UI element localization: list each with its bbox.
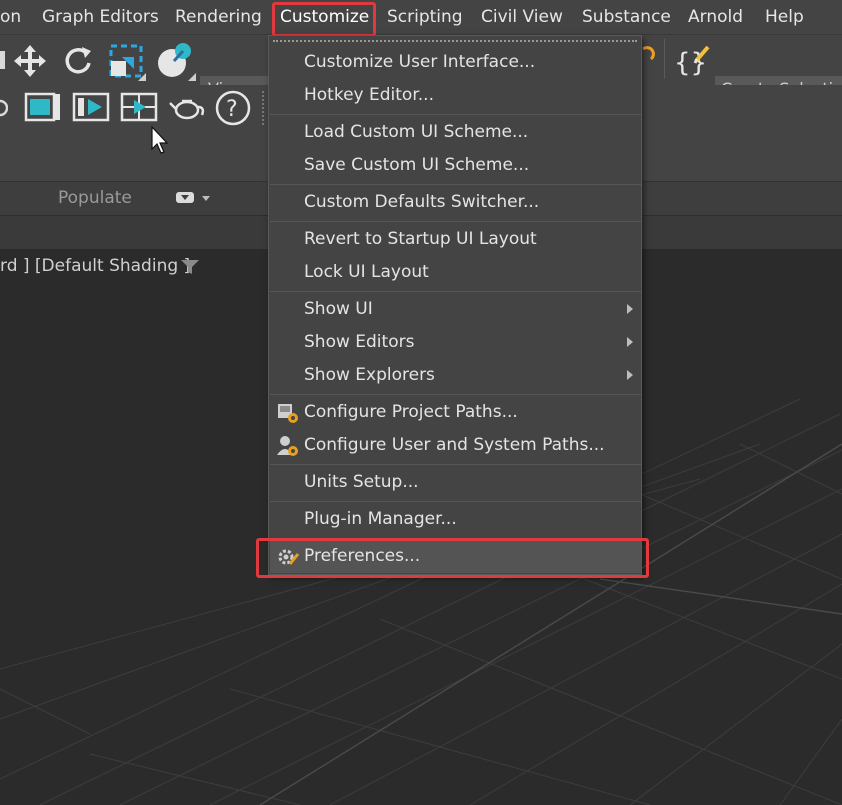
menu-item-animation-partial[interactable]: on — [0, 0, 21, 34]
menu-configure-project-paths[interactable]: Configure Project Paths... — [270, 396, 641, 429]
partial-icon-left — [0, 99, 8, 117]
help-icon[interactable]: ? — [214, 89, 252, 127]
menu-tearoff-handle — [273, 40, 637, 42]
menu-separator — [270, 501, 641, 502]
submenu-arrow-icon — [627, 370, 633, 380]
project-paths-icon — [278, 404, 298, 423]
submenu-arrow-icon — [627, 304, 633, 314]
menu-label: Show UI — [304, 299, 373, 319]
menu-separator — [270, 221, 641, 222]
menu-separator — [270, 464, 641, 465]
svg-text:?: ? — [226, 97, 238, 122]
menu-label: Lock UI Layout — [304, 262, 429, 282]
menu-separator — [270, 184, 641, 185]
scale-icon[interactable] — [108, 43, 148, 83]
snap-toggle-icon-partial[interactable] — [643, 45, 655, 67]
render-production-icon[interactable] — [120, 91, 158, 125]
render-frame-window-icon[interactable] — [24, 91, 62, 125]
select-place-icon[interactable] — [156, 41, 200, 81]
toolbar-grip — [262, 91, 265, 125]
menu-item-civil-view[interactable]: Civil View — [481, 0, 563, 34]
menu-separator — [270, 394, 641, 395]
submenu-arrow-icon — [627, 337, 633, 347]
menu-label: Configure User and System Paths... — [304, 435, 605, 455]
menu-units-setup[interactable]: Units Setup... — [270, 466, 641, 499]
move-icon[interactable] — [12, 43, 48, 79]
menu-label: Custom Defaults Switcher... — [304, 192, 540, 212]
menu-show-explorers[interactable]: Show Explorers — [270, 359, 641, 392]
menu-item-arnold[interactable]: Arnold — [688, 0, 743, 34]
preferences-gear-icon — [278, 549, 300, 565]
mouse-cursor-icon — [151, 125, 169, 154]
menu-load-custom-ui-scheme[interactable]: Load Custom UI Scheme... — [270, 116, 641, 149]
user-paths-icon — [277, 436, 298, 456]
menu-hotkey-editor[interactable]: Hotkey Editor... — [270, 79, 641, 112]
menu-show-ui[interactable]: Show UI — [270, 293, 641, 326]
menu-lock-ui-layout[interactable]: Lock UI Layout — [270, 256, 641, 289]
menu-item-rendering[interactable]: Rendering — [175, 0, 262, 34]
menu-item-customize[interactable]: Customize — [280, 0, 369, 34]
menu-revert-startup-ui-layout[interactable]: Revert to Startup UI Layout — [270, 223, 641, 256]
partial-toolbar-icon — [0, 51, 5, 69]
menu-label: Preferences... — [304, 546, 421, 566]
menu-label: Plug-in Manager... — [304, 509, 457, 529]
menu-label: Save Custom UI Scheme... — [304, 155, 530, 175]
menu-custom-defaults-switcher[interactable]: Custom Defaults Switcher... — [270, 186, 641, 219]
rotate-icon[interactable] — [60, 43, 96, 79]
viewport-filter-icon[interactable] — [180, 259, 200, 275]
menu-bar: on Graph Editors Rendering Customize Scr… — [0, 0, 842, 35]
menu-item-substance[interactable]: Substance — [582, 0, 671, 34]
menu-label: Revert to Startup UI Layout — [304, 229, 537, 249]
menu-label: Units Setup... — [304, 472, 419, 492]
toolbar-divider — [664, 39, 665, 79]
menu-label: Configure Project Paths... — [304, 402, 518, 422]
viewport-label[interactable]: rd ] [Default Shading ] — [0, 256, 190, 276]
menu-configure-user-system-paths[interactable]: Configure User and System Paths... — [270, 429, 641, 462]
menu-separator — [270, 114, 641, 115]
menu-save-custom-ui-scheme[interactable]: Save Custom UI Scheme... — [270, 149, 641, 182]
menu-item-graph-editors[interactable]: Graph Editors — [42, 0, 159, 34]
menu-item-scripting[interactable]: Scripting — [387, 0, 463, 34]
menu-label: Show Editors — [304, 332, 415, 352]
render-setup-icon[interactable] — [72, 91, 110, 125]
menu-label: Show Explorers — [304, 365, 435, 385]
populate-tab-label[interactable]: Populate — [58, 188, 132, 208]
menu-preferences[interactable]: Preferences... — [270, 540, 641, 573]
menu-plugin-manager[interactable]: Plug-in Manager... — [270, 503, 641, 536]
menu-item-help[interactable]: Help — [765, 0, 804, 34]
braces-edit-icon[interactable]: {} — [672, 41, 712, 81]
menu-label: Hotkey Editor... — [304, 85, 434, 105]
menu-label: Load Custom UI Scheme... — [304, 122, 529, 142]
ribbon-options-icon[interactable] — [175, 190, 215, 206]
menu-show-editors[interactable]: Show Editors — [270, 326, 641, 359]
customize-menu: Customize User Interface... Hotkey Edito… — [268, 35, 642, 575]
menu-separator — [270, 291, 641, 292]
menu-label: Customize User Interface... — [304, 52, 536, 72]
menu-separator — [270, 538, 641, 539]
teapot-render-icon[interactable] — [168, 93, 206, 123]
menu-customize-user-interface[interactable]: Customize User Interface... — [270, 46, 641, 79]
